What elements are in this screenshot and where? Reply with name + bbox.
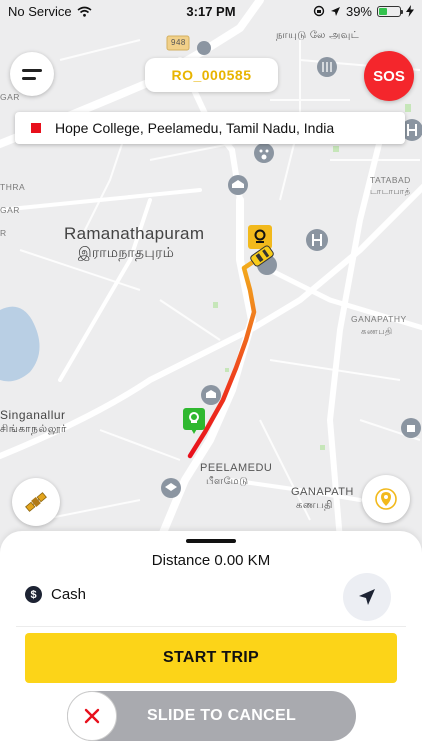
- location-pin-icon: [375, 488, 397, 510]
- road-shield-label: 948: [171, 38, 186, 47]
- map-label-gar2: GAR: [0, 205, 20, 215]
- ride-id-badge: RO_000585: [145, 58, 278, 92]
- map-label-peelamedu: PEELAMEDU: [200, 462, 273, 474]
- menu-icon-line: [22, 76, 36, 80]
- navigation-arrow-icon: [359, 589, 375, 605]
- slide-to-cancel-track[interactable]: SLIDE TO CANCEL: [67, 691, 356, 741]
- location-arrow-icon: [330, 6, 340, 16]
- drag-handle[interactable]: [186, 539, 236, 543]
- map-label-ramanathapuram-tamil: இராமநாதபுரம்: [78, 244, 175, 260]
- map-label-ganapathy: GANAPATHY: [351, 314, 407, 324]
- map-label-ganapath: GANAPATH: [291, 486, 354, 498]
- screen-lock-icon: [313, 5, 325, 17]
- destination-address: Hope College, Peelamedu, Tamil Nadu, Ind…: [55, 120, 335, 136]
- payment-method: $ Cash: [25, 586, 86, 603]
- destination-marker-icon: [31, 123, 41, 133]
- trip-distance: Distance 0.00 KM: [151, 552, 271, 569]
- status-bar: No Service 3:17 PM 39%: [0, 0, 422, 22]
- map-label-tatabad: TATABAD: [370, 175, 411, 185]
- map-label-top-tamil: நாயுடு லே அவுட்: [276, 30, 360, 41]
- battery-icon: [377, 5, 403, 17]
- status-left: No Service: [8, 4, 92, 19]
- menu-icon-line: [22, 68, 42, 72]
- map-label-ganapath-tamil: கணபதி: [296, 500, 333, 511]
- status-right: 39%: [313, 4, 414, 19]
- map-label-gar: GAR: [0, 92, 20, 102]
- satellite-icon: [25, 492, 47, 512]
- map-label-r: R: [0, 228, 7, 238]
- dropoff-pin-icon: [248, 225, 272, 249]
- slide-to-cancel-label: SLIDE TO CANCEL: [146, 707, 297, 724]
- map-label-singanallur-tamil: சிங்காநல்லூர்: [0, 423, 67, 435]
- map-label-thra: THRA: [0, 182, 26, 192]
- map-label-tatabad-tamil: டாடாபாத்: [370, 186, 411, 196]
- close-icon: [84, 708, 100, 724]
- menu-button[interactable]: [10, 52, 54, 96]
- carrier-text: No Service: [8, 3, 72, 19]
- map-label-peelamedu-tamil: பீளமேடு: [206, 476, 249, 487]
- divider: [16, 626, 406, 627]
- navigate-button[interactable]: [343, 573, 391, 621]
- payment-method-label: Cash: [51, 586, 87, 603]
- map-label-ganapathy-tamil: கணபதி: [361, 326, 393, 336]
- map-label-ramanathapuram: Ramanathapuram: [64, 224, 205, 243]
- battery-level: [379, 7, 387, 15]
- trip-bottom-sheet: Distance 0.00 KM $ Cash START TRIP SLIDE…: [0, 531, 422, 750]
- destination-bar[interactable]: Hope College, Peelamedu, Tamil Nadu, Ind…: [15, 112, 405, 144]
- start-trip-button[interactable]: START TRIP: [25, 633, 397, 683]
- slide-to-cancel-knob[interactable]: [67, 691, 117, 741]
- satellite-button[interactable]: [12, 478, 60, 526]
- charging-icon: [406, 5, 414, 17]
- battery-percent: 39%: [345, 3, 372, 19]
- dollar-icon: $: [25, 586, 42, 603]
- recenter-location-button[interactable]: [362, 475, 410, 523]
- sos-button[interactable]: SOS: [364, 51, 414, 101]
- wifi-icon: [77, 6, 92, 17]
- map-label-singanallur: Singanallur: [0, 408, 66, 422]
